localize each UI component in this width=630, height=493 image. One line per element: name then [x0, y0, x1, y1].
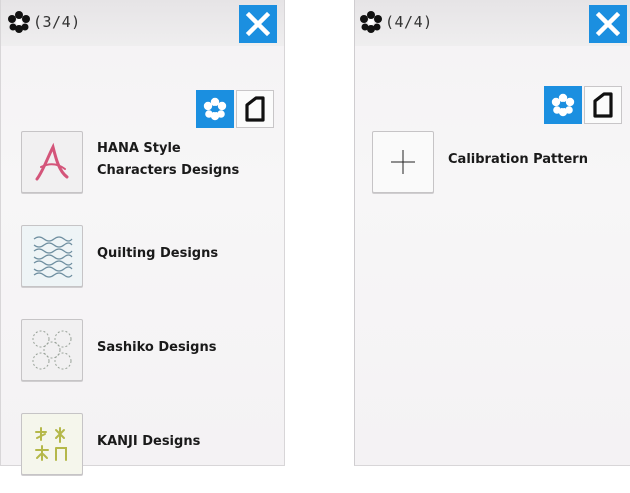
embroidery-mode-button[interactable]: [544, 86, 582, 124]
item-label: KANJI Designs: [97, 434, 201, 449]
list-item-sashiko[interactable]: Sashiko Designs: [21, 319, 271, 383]
page-indicator: (4/4): [385, 13, 433, 31]
hoop-icon: [245, 96, 265, 122]
title-bar: (3/4): [1, 0, 284, 46]
kanji-icon[interactable]: [21, 413, 83, 475]
title-bar: (4/4): [355, 0, 630, 46]
hoop-mode-button[interactable]: [584, 86, 622, 124]
list-item-quilting[interactable]: Quilting Designs: [21, 225, 271, 289]
close-button[interactable]: [239, 5, 277, 43]
sashiko-pattern-icon[interactable]: [21, 319, 83, 381]
design-list-panel-4: (4/4) Calibration Pattern: [354, 0, 630, 466]
item-label-line1: HANA Style: [97, 141, 181, 156]
crosshair-icon[interactable]: [372, 131, 434, 193]
design-list-panel-3: (3/4) HANA Style Characters Designs Quil…: [0, 0, 285, 475]
quilting-pattern-icon[interactable]: [21, 225, 83, 287]
mode-selector: [544, 86, 628, 126]
page-indicator: (3/4): [33, 13, 81, 31]
item-label: Calibration Pattern: [448, 152, 588, 167]
hana-a-icon[interactable]: [21, 131, 83, 193]
item-label-line2: Characters Designs: [97, 163, 240, 178]
item-label: Quilting Designs: [97, 246, 219, 261]
embroidery-flower-icon: [360, 11, 382, 33]
hoop-mode-button[interactable]: [236, 90, 274, 128]
close-icon: [245, 11, 271, 37]
close-button[interactable]: [589, 5, 627, 43]
mode-selector: [196, 90, 280, 130]
flower-icon: [551, 93, 575, 117]
list-item-hana[interactable]: HANA Style Characters Designs: [21, 131, 271, 195]
item-label: Sashiko Designs: [97, 340, 217, 355]
hoop-icon: [593, 92, 613, 118]
flower-icon: [203, 97, 227, 121]
item-label: HANA Style Characters Designs: [97, 138, 239, 182]
list-item-kanji[interactable]: KANJI Designs: [21, 413, 271, 477]
list-item-calibration[interactable]: Calibration Pattern: [372, 131, 622, 195]
embroidery-mode-button[interactable]: [196, 90, 234, 128]
close-icon: [595, 11, 621, 37]
embroidery-flower-icon: [8, 11, 30, 33]
